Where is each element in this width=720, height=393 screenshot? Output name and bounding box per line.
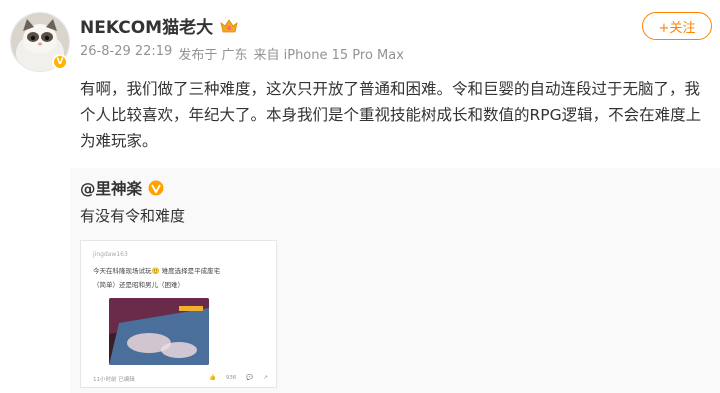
repost-card[interactable]: @里神楽 有没有令和难度 jingdaw163 今天在科隆现场试玩🙂 难度选择是… (70, 168, 720, 393)
image-line-2: （简单）还是昭和男儿（困难） (93, 281, 184, 289)
follow-button-label: +关注 (658, 20, 696, 36)
crown-icon (220, 18, 238, 32)
post-meta: 26-8-29 22:19 发布于 广东 来自 iPhone 15 Pro Ma… (80, 44, 404, 63)
share-icon: ↗ (263, 375, 268, 381)
comment-icon: 💬 (246, 375, 254, 381)
author-name[interactable]: NEKCOM猫老大 (80, 13, 239, 38)
image-actions: 👍 936 💬 ↗ (209, 375, 268, 381)
gold-badge-icon (148, 180, 164, 196)
image-line-1: 今天在科隆现场试玩🙂 难度选择是平成废宅 (93, 267, 221, 275)
repost-text: 有没有令和难度 (80, 207, 186, 225)
repost-author[interactable]: @里神楽 (80, 177, 164, 199)
post-device: 来自 iPhone 15 Pro Max (253, 48, 404, 63)
image-username: jingdaw163 (93, 251, 128, 258)
post-text: 有啊，我们做了三种难度，这次只开放了普通和困难。令和巨婴的自动连段过于无脑了，我… (80, 80, 702, 150)
repost-author-name: @里神楽 (80, 180, 143, 198)
image-photo (109, 298, 209, 365)
thumb-up-icon: 👍 (209, 375, 216, 381)
image-like-count: 936 (225, 375, 237, 381)
repost-image[interactable]: jingdaw163 今天在科隆现场试玩🙂 难度选择是平成废宅 （简单）还是昭和… (80, 240, 277, 388)
verified-badge: V (52, 54, 68, 70)
image-footer-time: 11小时前 已编辑 (93, 377, 135, 383)
post-location: 发布于 广东 (178, 48, 248, 63)
post-date[interactable]: 26-8-29 22:19 (80, 44, 172, 63)
follow-button[interactable]: +关注 (642, 12, 712, 40)
author-name-text: NEKCOM猫老大 (80, 18, 214, 38)
